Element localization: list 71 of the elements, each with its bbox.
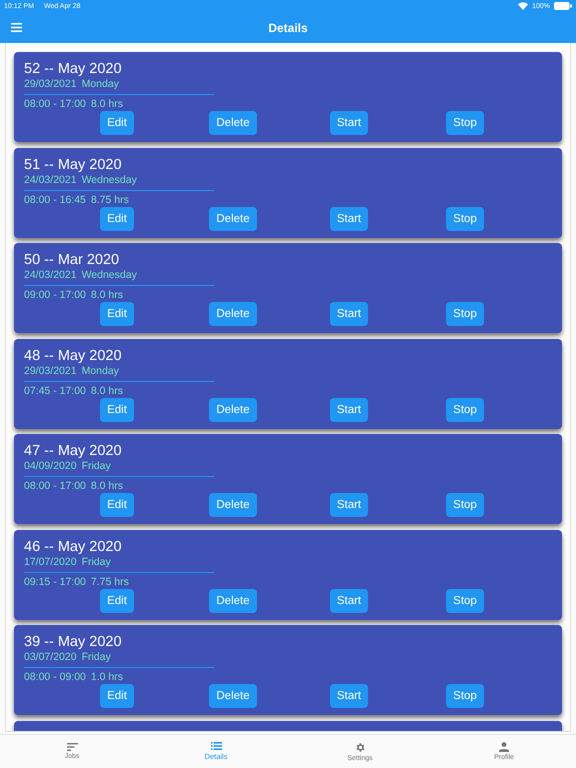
action-button[interactable]: Delete (209, 398, 257, 422)
action-button[interactable]: Edit (100, 111, 134, 135)
entry-title: 46 -- May 2020 (24, 538, 123, 556)
action-button[interactable]: Start (330, 493, 368, 517)
entry-title: 39 -- May 2020 (24, 633, 123, 651)
action-button[interactable]: Stop (446, 398, 484, 422)
person-icon (499, 742, 509, 752)
entry-hours: 09:00 - 17:00 (24, 289, 86, 301)
entry-date: 24/03/2021 (24, 269, 77, 282)
entry-total: 1.0 hrs (90, 671, 123, 683)
app-title: Details (268, 20, 308, 34)
entry-date: 03/07/2020 (24, 651, 77, 664)
entry-day: Friday (82, 556, 111, 568)
list-icon (210, 742, 222, 750)
action-button[interactable]: Start (330, 588, 368, 612)
wifi-icon (518, 2, 528, 10)
entry-day: Monday (82, 78, 119, 91)
action-button[interactable]: Edit (100, 206, 134, 230)
action-button[interactable]: Stop (446, 302, 484, 326)
action-button[interactable]: Start (330, 684, 368, 708)
entry-title: 51 -- May 2020 (24, 156, 123, 174)
entry-hours: 08:00 - 17:00 (24, 480, 86, 492)
action-button[interactable]: Edit (100, 302, 134, 326)
action-button[interactable]: Start (330, 398, 368, 422)
entry-hours: 07:45 - 17:00 (24, 384, 86, 396)
entry-total: 8.0 hrs (90, 384, 123, 396)
entry-day: Friday (82, 651, 111, 664)
action-button[interactable]: Stop (446, 684, 484, 708)
action-button[interactable]: Stop (446, 111, 484, 135)
action-button[interactable]: Delete (209, 493, 257, 517)
action-button[interactable]: Edit (100, 588, 134, 612)
entry-title: 47 -- May 2020 (24, 442, 123, 460)
action-button[interactable]: Edit (100, 398, 134, 422)
entry-day: Friday (82, 460, 111, 473)
settings-icon (354, 742, 366, 752)
action-button[interactable]: Delete (209, 302, 257, 326)
entry-date: 04/09/2020 (24, 460, 77, 473)
sort-icon (66, 743, 78, 751)
entry-title: 48 -- May 2020 (24, 346, 123, 364)
entry-date: 24/03/2021 (24, 174, 77, 186)
entry-title: 50 -- Mar 2020 (24, 251, 120, 269)
entry-date: 29/03/2021 (24, 364, 77, 378)
action-button[interactable]: Stop (446, 206, 484, 230)
entry-hours: 08:00 - 16:45 (24, 194, 86, 206)
entry-total: 8.0 hrs (90, 98, 123, 110)
entry-total: 7.75 hrs (90, 576, 129, 588)
entry-day: Wednesday (82, 269, 137, 282)
entry-total: 8.75 hrs (90, 194, 129, 206)
action-button[interactable]: Delete (209, 588, 257, 612)
action-button[interactable]: Delete (209, 206, 257, 230)
entry-hours: 09:15 - 17:00 (24, 576, 86, 588)
entry-hours: 08:00 - 17:00 (24, 98, 86, 110)
battery-icon (554, 2, 572, 10)
entry-day: Monday (82, 364, 119, 378)
action-button[interactable]: Edit (100, 493, 134, 517)
entry-total: 8.0 hrs (90, 289, 123, 301)
action-button[interactable]: Delete (209, 111, 257, 135)
action-button[interactable]: Edit (100, 684, 134, 708)
action-button[interactable]: Start (330, 111, 368, 135)
action-button[interactable]: Stop (446, 588, 484, 612)
entry-date: 17/07/2020 (24, 556, 77, 568)
menu-icon[interactable] (11, 23, 22, 32)
action-button[interactable]: Stop (446, 493, 484, 517)
entry-title: 52 -- May 2020 (24, 60, 123, 78)
entry-hours: 08:00 - 09:00 (24, 671, 86, 683)
entry-total: 8.0 hrs (90, 480, 123, 492)
action-button[interactable]: Delete (209, 684, 257, 708)
entry-day: Wednesday (82, 174, 137, 186)
action-button[interactable]: Start (330, 206, 368, 230)
action-button[interactable]: Start (330, 302, 368, 326)
entry-date: 29/03/2021 (24, 78, 77, 91)
